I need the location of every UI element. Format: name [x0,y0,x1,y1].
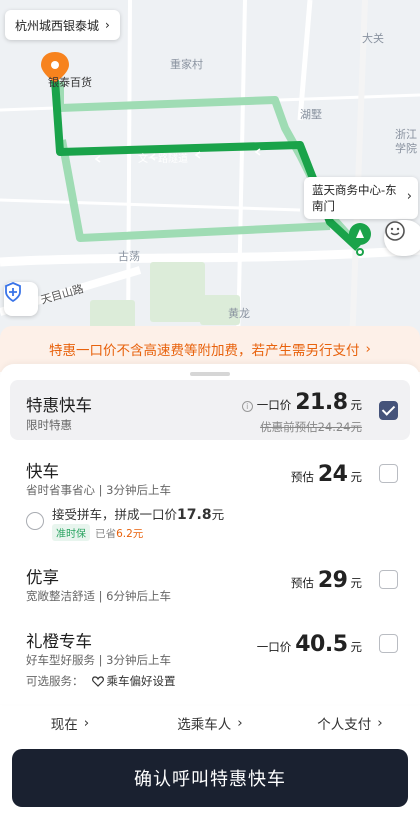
chevron-right-icon: › [105,18,110,32]
carpool-meta: 准时保 已省6.2元 [52,522,143,541]
option-price: i 一口价 21.8 元 [241,390,363,415]
option-price: 预估 29 元 [291,568,362,593]
price-prefix: 预估 [290,470,314,484]
ride-preferences-link[interactable]: 乘车偏好设置 [91,673,176,689]
price-prefix: 一口价 [256,640,292,654]
carpool-radio[interactable] [26,512,44,530]
map-place-label: 重家村 [170,58,203,71]
time-selector[interactable]: 现在 › [0,713,140,733]
smiley-button[interactable] [384,220,420,256]
original-price: 优惠前预估24.24元 [260,420,362,434]
price-value: 24 [317,462,348,487]
carpool-price: 17.8 [177,507,212,523]
option-subtitle: 省时省事省心 | 3分钟后上车 [26,483,172,497]
ride-hailing-screen: 大关 重家村 湖墅 浙江 学院 银泰百货 文一路隧道 古荡 天目山路 黄龙 杭州… [0,0,420,824]
ride-options-sheet: 特惠快车 限时特惠 i 一口价 21.8 元 优惠前预估24.24元 快车 省时… [0,364,420,704]
option-checkbox[interactable] [379,401,398,420]
option-subtitle: 好车型好服务 | 3分钟后上车 [26,653,172,667]
payment-selector[interactable]: 个人支付 › [280,713,420,733]
smiley-face-icon [385,221,405,241]
price-prefix: 预估 [290,576,314,590]
carpool-text: 接受拼车，拼成一口价 [52,507,178,522]
price-unit: 元 [350,640,363,654]
map-place-label: 湖墅 [300,108,322,121]
map-place-label: 古荡 [118,250,140,263]
promo-text: 特惠一口价不含高速费等附加费，若产生需另行支付 [49,343,360,359]
option-subtitle: 宽敞整洁舒适 | 6分钟后上车 [26,589,172,603]
origin-chip[interactable]: 杭州城西银泰城 › [5,10,120,40]
ride-option-youxiang[interactable]: 优享 宽敞整洁舒适 | 6分钟后上车 预估 29 元 [10,556,410,612]
saved-text: 已省6.2元 [95,528,144,540]
passenger-selector[interactable]: 选乘车人 › [140,713,280,733]
chevron-right-icon: › [83,715,90,731]
map-place-label: 黄龙 [228,307,250,320]
option-price: 预估 24 元 [291,462,362,487]
optional-services-label: 可选服务： [26,674,84,688]
on-time-tag: 准时保 [52,524,90,541]
map-place-label: 银泰百货 [48,76,92,89]
option-title: 礼橙专车 [26,632,92,651]
price-value: 21.8 [295,390,348,415]
price-unit: 元 [350,398,363,412]
shield-icon [5,282,21,302]
ride-option-kuaiche[interactable]: 快车 省时省事省心 | 3分钟后上车 预估 24 元 接受拼车，拼成一口价17.… [10,450,410,546]
price-unit: 元 [350,470,363,484]
destination-chip[interactable]: 蓝天商务中心-东 南门 › [304,177,418,219]
carpool-unit: 元 [211,507,225,522]
option-checkbox[interactable] [379,634,398,653]
chevron-right-icon: › [377,715,383,731]
option-checkbox[interactable] [379,570,398,589]
map-place-label: 大关 [362,32,384,45]
carpool-option[interactable]: 接受拼车，拼成一口价17.8元 准时保 已省6.2元 [26,504,326,541]
ride-option-licheng[interactable]: 礼橙专车 好车型好服务 | 3分钟后上车 一口价 40.5 元 可选服务： 乘车… [10,620,410,704]
destination-label-line2: 南门 [312,199,335,213]
option-subtitle: 限时特惠 [26,418,72,432]
option-checkbox[interactable] [379,464,398,483]
option-title: 特惠快车 [26,396,92,415]
price-value: 40.5 [295,632,348,657]
chevron-right-icon: › [365,341,371,357]
price-unit: 元 [350,576,363,590]
chevron-right-icon: › [237,715,243,731]
options-footer: 现在 › 选乘车人 › 个人支付 › [0,704,420,742]
route-map[interactable]: 大关 重家村 湖墅 浙江 学院 银泰百货 文一路隧道 古荡 天目山路 黄龙 杭州… [0,0,420,345]
ride-option-tehui[interactable]: 特惠快车 限时特惠 i 一口价 21.8 元 优惠前预估24.24元 [10,380,410,440]
map-road-label: 文一路隧道 [138,154,188,165]
option-title: 优享 [26,568,59,587]
heart-icon [91,675,104,687]
price-value: 29 [317,568,348,593]
option-title: 快车 [26,462,59,481]
chevron-right-icon: › [406,189,412,204]
safety-shield-button[interactable] [4,282,38,316]
carpool-line: 接受拼车，拼成一口价17.8元 [52,504,224,523]
destination-label: 蓝天商务中心-东 [312,183,397,197]
drag-handle[interactable] [190,372,230,376]
origin-label: 杭州城西银泰城 [15,18,100,33]
info-icon[interactable]: i [241,401,253,412]
option-price: 一口价 40.5 元 [257,632,362,657]
map-place-label: 学院 [395,142,417,155]
price-prefix: 一口价 [256,398,292,412]
optional-services: 可选服务： 乘车偏好设置 [26,673,176,689]
confirm-ride-button[interactable]: 确认呼叫特惠快车 [12,749,408,807]
